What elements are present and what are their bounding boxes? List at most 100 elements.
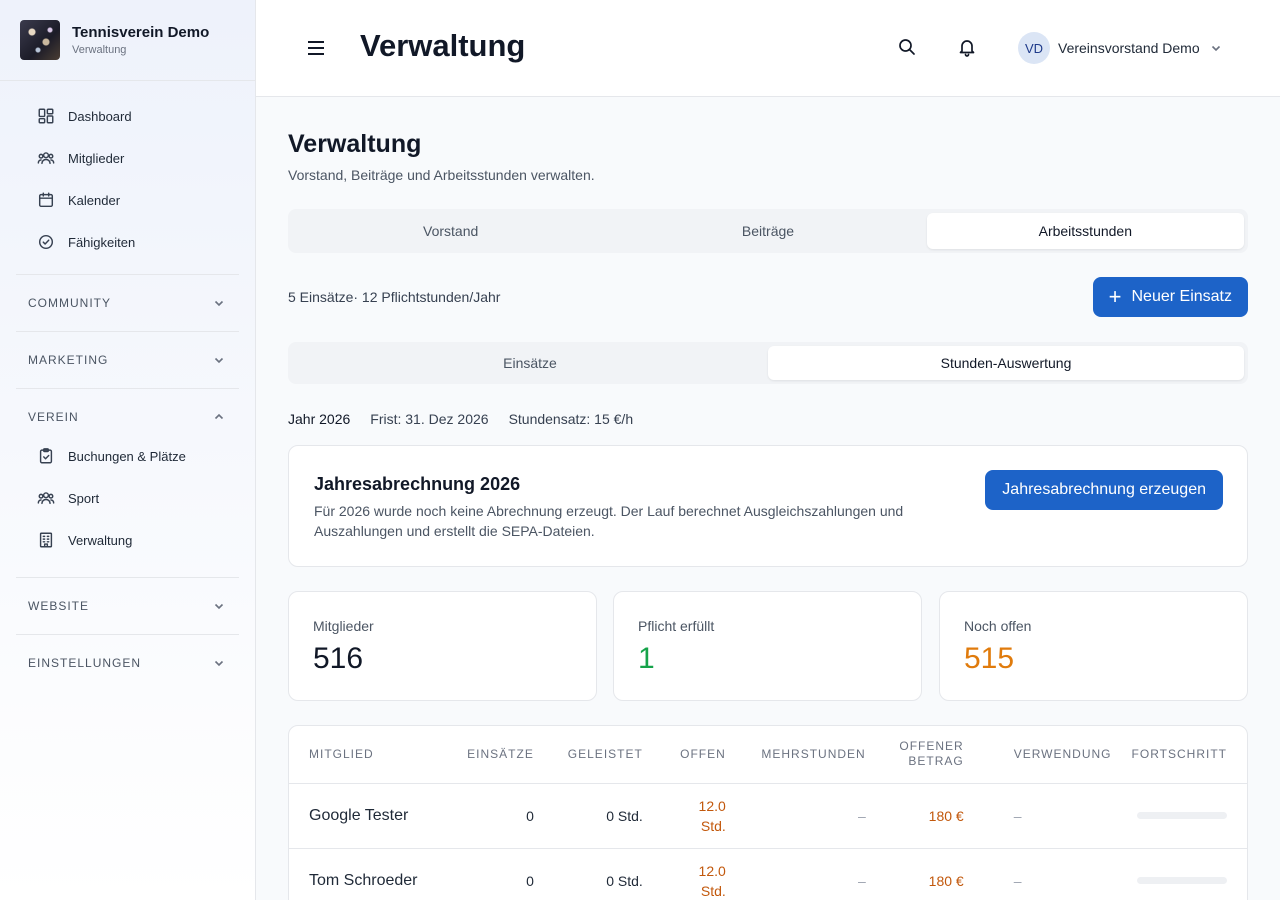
stat-card-fulfilled: Pflicht erfüllt 1 [613, 591, 922, 701]
plus-icon: + [1108, 284, 1122, 309]
clipboard-check-icon [36, 446, 56, 466]
col-header-fortschritt[interactable]: FORTSCHRITT [1122, 726, 1247, 783]
sidebar-item-label: Sport [68, 490, 100, 506]
sidebar-item-label: Dashboard [68, 108, 132, 124]
brand-title: Tennisverein Demo [72, 24, 210, 41]
hours-table-card: MITGLIED EINSÄTZE GELEISTET OFFEN MEHRST… [288, 725, 1248, 900]
col-header-offener-betrag[interactable]: OFFENER BETRAG [876, 726, 974, 783]
offen-unit: Std. [700, 817, 726, 834]
sidebar-item-mitglieder[interactable]: Mitglieder [0, 137, 255, 179]
sidebar-item-label: Verwaltung [68, 532, 133, 548]
verein-items: Buchungen & Plätze Sport Verwaltung [0, 435, 255, 561]
tab-vorstand[interactable]: Vorstand [292, 213, 609, 249]
users-icon [36, 488, 56, 508]
chevron-down-icon [214, 660, 224, 667]
sidebar-item-verwaltung[interactable]: Verwaltung [0, 519, 255, 561]
year-label: Jahr 2026 [288, 411, 351, 427]
search-button[interactable] [897, 37, 919, 59]
table-row[interactable]: Tom Schroeder 0 0 Std. 12.0 Std. – 180 € … [289, 848, 1247, 900]
stat-card-members: Mitglieder 516 [288, 591, 597, 701]
chevron-down-icon [1211, 45, 1220, 52]
sidebar-divider [16, 388, 239, 389]
hamburger-icon [308, 41, 324, 55]
check-circle-icon [36, 232, 56, 252]
notifications-button[interactable] [957, 37, 979, 59]
new-assignment-button[interactable]: + Neuer Einsatz [1092, 277, 1248, 317]
dashboard-icon [36, 106, 56, 126]
col-header-offen[interactable]: OFFEN [653, 726, 736, 783]
section-marketing[interactable]: MARKETING [0, 332, 255, 388]
sidebar-item-kalender[interactable]: Kalender [0, 179, 255, 221]
section-verein[interactable]: VEREIN [0, 399, 255, 435]
cell-offener-betrag: 180 € [928, 807, 964, 824]
stat-value: 1 [638, 642, 655, 675]
offen-value: 12.0 [698, 797, 726, 814]
sidebar-item-sport[interactable]: Sport [0, 477, 255, 519]
section-label: WEBSITE [28, 599, 90, 613]
chevron-down-icon [214, 357, 224, 364]
cell-member-name[interactable]: Tom Schroeder [289, 848, 447, 900]
sub-tabs: Einsätze Stunden-Auswertung [288, 342, 1248, 384]
cell-member-name[interactable]: Google Tester [289, 783, 447, 848]
brand[interactable]: Tennisverein Demo Verwaltung [0, 0, 255, 81]
page-title: Verwaltung [288, 130, 422, 158]
settlement-title: Jahresabrechnung 2026 [314, 474, 521, 494]
menu-button[interactable] [304, 36, 328, 60]
chevron-down-icon [214, 300, 224, 307]
section-einstellungen[interactable]: EINSTELLUNGEN [0, 635, 255, 691]
settlement-text: Für 2026 wurde noch keine Abrechnung erz… [314, 503, 904, 539]
sidebar-item-faehigkeiten[interactable]: Fähigkeiten [0, 221, 255, 263]
sidebar-item-buchungen[interactable]: Buchungen & Plätze [0, 435, 255, 477]
hours-table: MITGLIED EINSÄTZE GELEISTET OFFEN MEHRST… [289, 726, 1247, 900]
table-row[interactable]: Google Tester 0 0 Std. 12.0 Std. – 180 € … [289, 783, 1247, 848]
sidebar: Tennisverein Demo Verwaltung Dashboard M… [0, 0, 256, 900]
col-header-mitglied[interactable]: MITGLIED [289, 726, 447, 783]
offen-value: 12.0 [698, 862, 726, 879]
bell-icon [959, 40, 975, 57]
year-info: Jahr 2026 Frist: 31. Dez 2026 Stundensat… [288, 411, 633, 427]
users-icon [36, 148, 56, 168]
user-menu[interactable]: VD Vereinsvorstand Demo [1018, 32, 1222, 64]
col-header-mehrstunden[interactable]: MEHRSTUNDEN [736, 726, 876, 783]
calendar-icon [36, 190, 56, 210]
main-nav: Dashboard Mitglieder Kalender Fähigkeite… [0, 81, 255, 263]
generate-settlement-button[interactable]: Jahresabrechnung erzeugen [985, 470, 1223, 510]
tab-arbeitsstunden[interactable]: Arbeitsstunden [926, 213, 1244, 249]
cell-offen: 12.0 Std. [653, 783, 736, 848]
cell-verwendung: – [1013, 807, 1022, 824]
sidebar-item-dashboard[interactable]: Dashboard [0, 95, 255, 137]
cell-einsaetze: 0 [526, 872, 534, 889]
cell-fortschritt [1122, 848, 1247, 900]
col-header-verwendung[interactable]: VERWENDUNG [974, 726, 1122, 783]
col-header-einsaetze[interactable]: EINSÄTZE [447, 726, 544, 783]
main-tabs: Vorstand Beiträge Arbeitsstunden [288, 209, 1248, 253]
page-subtitle: Vorstand, Beiträge und Arbeitsstunden ve… [288, 167, 595, 183]
tab-einsaetze[interactable]: Einsätze [292, 346, 768, 380]
stat-value: 515 [964, 642, 1015, 675]
cell-offener-betrag: 180 € [928, 872, 964, 889]
progress-bar [1137, 877, 1227, 884]
chevron-up-icon [214, 413, 224, 420]
table-header-row: MITGLIED EINSÄTZE GELEISTET OFFEN MEHRST… [289, 726, 1247, 783]
club-logo [20, 20, 60, 60]
cell-verwendung: – [1013, 872, 1022, 889]
stat-label: Mitglieder [313, 618, 374, 634]
top-header: Verwaltung VD Vereinsvorstand Demo [256, 0, 1280, 97]
section-community[interactable]: COMMUNITY [0, 275, 255, 331]
section-website[interactable]: WEBSITE [0, 578, 255, 634]
new-assignment-label: Neuer Einsatz [1131, 288, 1233, 305]
settlement-card: Jahresabrechnung 2026 Für 2026 wurde noc… [288, 445, 1248, 567]
rate-label: Stundensatz: 15 €/h [508, 411, 634, 427]
sidebar-item-label: Buchungen & Plätze [68, 448, 186, 464]
tab-beitraege[interactable]: Beiträge [609, 213, 926, 249]
deadline-label: Frist: 31. Dez 2026 [370, 411, 489, 427]
section-label: VEREIN [28, 410, 79, 424]
sidebar-item-label: Mitglieder [68, 150, 125, 166]
cell-mehrstunden: – [857, 872, 866, 889]
stat-value: 516 [313, 642, 364, 675]
section-label: COMMUNITY [28, 296, 111, 310]
cell-geleistet: 0 Std. [606, 807, 643, 824]
tab-stunden-auswertung[interactable]: Stunden-Auswertung [768, 346, 1244, 380]
col-header-geleistet[interactable]: GELEISTET [544, 726, 653, 783]
cell-offen: 12.0 Std. [653, 848, 736, 900]
